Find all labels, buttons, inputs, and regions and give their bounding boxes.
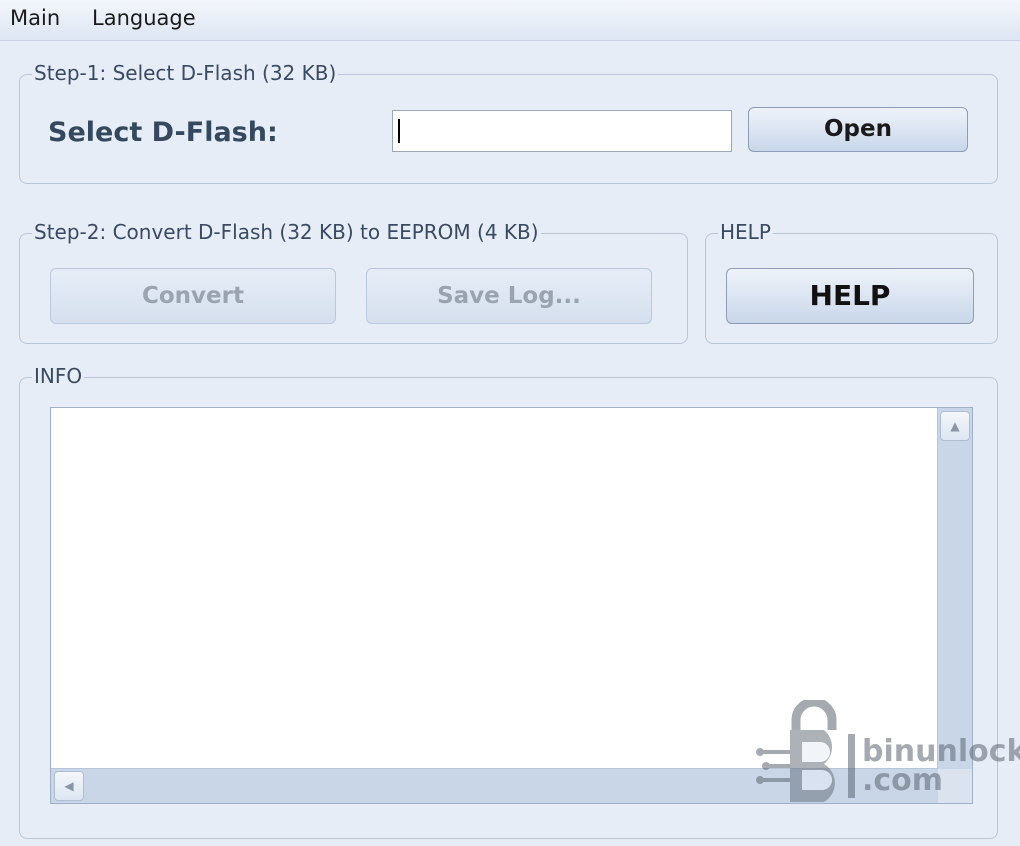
scroll-left-arrow-icon[interactable]: ◀ — [54, 771, 84, 801]
padlock-b-icon — [756, 697, 855, 802]
save-log-button[interactable]: Save Log... — [366, 268, 652, 324]
step1-legend: Step-1: Select D-Flash (32 KB) — [32, 61, 339, 85]
menu-bar: Main Language — [0, 0, 1020, 41]
step2-legend: Step-2: Convert D-Flash (32 KB) to EEPRO… — [32, 220, 541, 244]
menu-language[interactable]: Language — [92, 6, 196, 30]
help-button[interactable]: HELP — [726, 268, 974, 324]
dflash-path-input[interactable] — [392, 110, 732, 152]
help-legend: HELP — [718, 220, 773, 244]
info-legend: INFO — [32, 364, 85, 388]
open-button[interactable]: Open — [748, 107, 968, 152]
watermark-line2: .com — [862, 763, 944, 798]
convert-button[interactable]: Convert — [50, 268, 336, 324]
text-caret — [398, 119, 400, 143]
select-dflash-label: Select D-Flash: — [48, 117, 278, 148]
menu-main[interactable]: Main — [10, 6, 60, 30]
scroll-up-arrow-icon[interactable]: ▲ — [940, 411, 970, 441]
binunlock-logo-icon: binunlock .com — [754, 697, 1020, 810]
